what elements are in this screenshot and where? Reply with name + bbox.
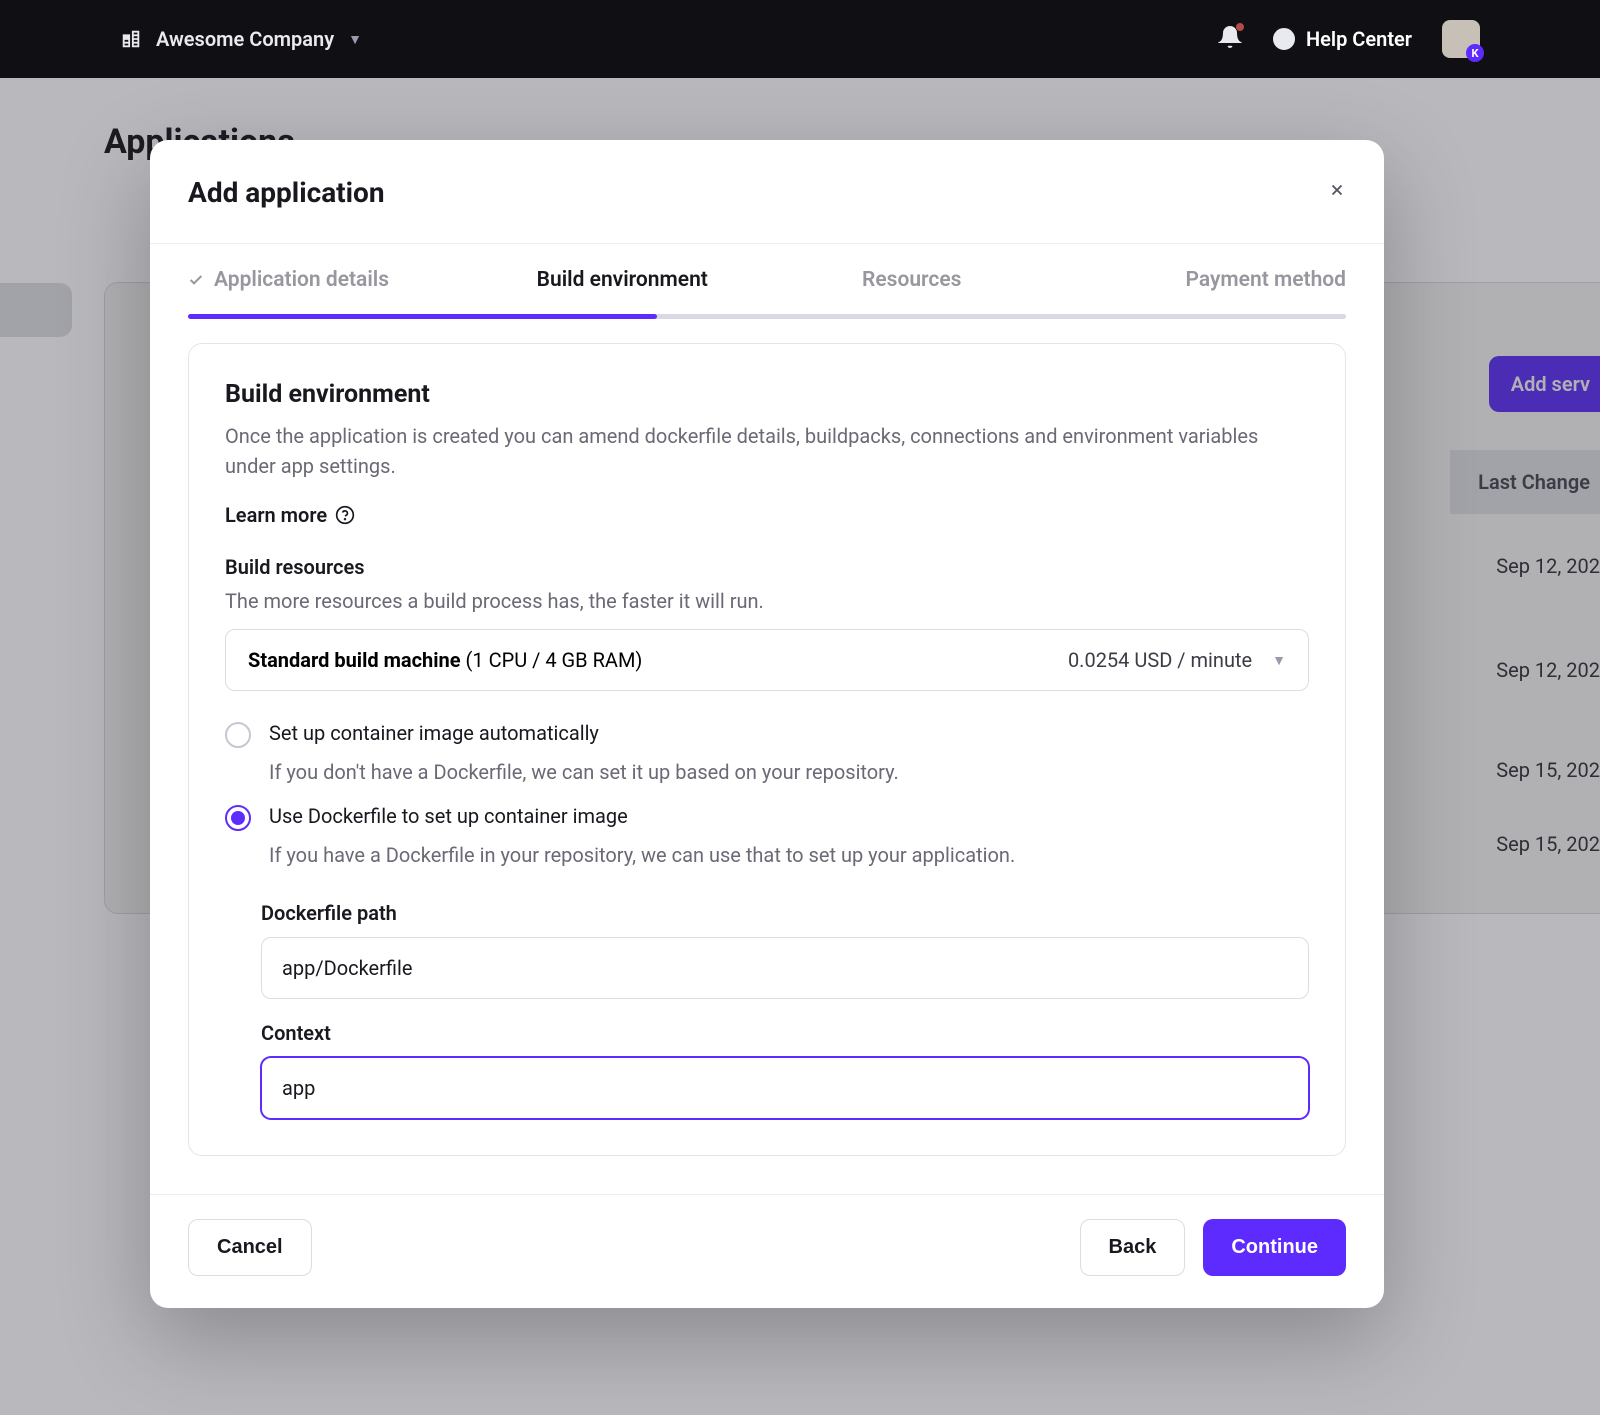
table-row: Sep 12, 202 <box>1496 554 1600 578</box>
building-icon <box>120 28 142 50</box>
radio-indicator <box>225 722 251 748</box>
add-service-button[interactable]: Add serv <box>1489 356 1600 412</box>
dockerfile-path-input[interactable] <box>261 937 1309 999</box>
avatar[interactable]: K <box>1442 20 1480 58</box>
column-header-last-change: Last Change <box>1450 450 1600 514</box>
step-build-environment[interactable]: Build environment <box>478 268 768 314</box>
build-environment-panel: Build environment Once the application i… <box>188 343 1346 1156</box>
table-row: Sep 15, 202 <box>1496 832 1600 856</box>
help-icon <box>335 505 355 525</box>
modal-stepper: Application details Build environment Re… <box>150 244 1384 314</box>
notifications-button[interactable] <box>1218 25 1242 53</box>
section-description: Once the application is created you can … <box>225 421 1309 481</box>
company-selector[interactable]: Awesome Company ▼ <box>120 27 362 51</box>
cancel-button[interactable]: Cancel <box>188 1219 312 1276</box>
build-machine-option: Standard build machine (1 CPU / 4 GB RAM… <box>248 648 642 672</box>
chevron-down-icon: ▼ <box>1272 652 1286 669</box>
check-icon <box>188 272 204 288</box>
help-icon <box>1272 27 1296 51</box>
radio-dockerfile-label: Use Dockerfile to set up container image <box>269 804 628 828</box>
back-button[interactable]: Back <box>1080 1219 1186 1276</box>
progress-track <box>188 314 1346 319</box>
build-resources-heading: Build resources <box>225 555 1309 579</box>
build-machine-price: 0.0254 USD / minute <box>1068 648 1252 672</box>
add-application-modal: Add application Application details Buil… <box>150 140 1384 1308</box>
radio-auto-container[interactable]: Set up container image automatically <box>225 721 1309 748</box>
chevron-down-icon: ▼ <box>348 31 362 48</box>
step-application-details[interactable]: Application details <box>188 268 478 314</box>
table-row: Sep 12, 202 <box>1496 658 1600 682</box>
help-center-label: Help Center <box>1306 27 1412 51</box>
build-machine-select[interactable]: Standard build machine (1 CPU / 4 GB RAM… <box>225 629 1309 691</box>
build-resources-helper: The more resources a build process has, … <box>225 589 1309 613</box>
radio-indicator <box>225 805 251 831</box>
step-resources[interactable]: Resources <box>767 268 1057 314</box>
continue-button[interactable]: Continue <box>1203 1219 1346 1276</box>
help-center-link[interactable]: Help Center <box>1272 27 1412 51</box>
radio-dockerfile-helper: If you have a Dockerfile in your reposit… <box>269 843 1309 867</box>
avatar-badge: K <box>1466 44 1484 62</box>
radio-dockerfile-container[interactable]: Use Dockerfile to set up container image <box>225 804 1309 831</box>
radio-auto-helper: If you don't have a Dockerfile, we can s… <box>269 760 1309 784</box>
learn-more-link[interactable]: Learn more <box>225 503 355 527</box>
step-payment-method[interactable]: Payment method <box>1057 268 1347 314</box>
notification-dot <box>1236 23 1244 31</box>
sidebar-active-indicator <box>0 283 72 337</box>
progress-fill <box>188 314 657 319</box>
context-input[interactable] <box>261 1057 1309 1119</box>
context-label: Context <box>261 1021 1309 1045</box>
company-name: Awesome Company <box>156 27 334 51</box>
close-button[interactable] <box>1328 180 1346 205</box>
modal-title: Add application <box>188 176 385 209</box>
top-navigation: Awesome Company ▼ Help Center K <box>0 0 1600 78</box>
radio-auto-label: Set up container image automatically <box>269 721 599 745</box>
close-icon <box>1328 181 1346 199</box>
section-title: Build environment <box>225 380 1309 409</box>
table-row: Sep 15, 202 <box>1496 758 1600 782</box>
dockerfile-path-label: Dockerfile path <box>261 901 1309 925</box>
